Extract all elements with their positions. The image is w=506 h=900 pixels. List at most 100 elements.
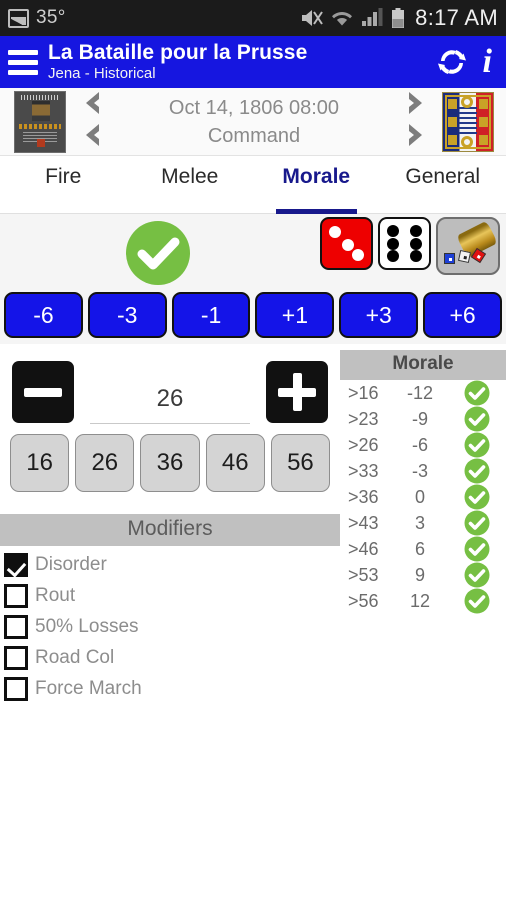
date-text: Oct 14, 1806 08:00 xyxy=(168,96,340,119)
green-check-circle-icon xyxy=(125,220,191,291)
modifier-row-50-losses[interactable]: 50% Losses xyxy=(0,611,340,642)
tab-bar: Fire Melee Morale General xyxy=(0,156,506,214)
game-cover-thumbnail[interactable] xyxy=(14,90,66,153)
adjust-minus-3-button[interactable]: -3 xyxy=(87,292,167,338)
table-row: >46 6 xyxy=(340,536,506,562)
quick-value-16-button[interactable]: 16 xyxy=(10,434,70,492)
signal-icon xyxy=(360,8,384,28)
morale-threshold: >23 xyxy=(348,408,379,429)
status-bar-left: 35° xyxy=(8,7,66,29)
adjust-minus-1-button[interactable]: -1 xyxy=(171,292,251,338)
adjust-plus-3-button[interactable]: +3 xyxy=(339,292,419,338)
white-die[interactable] xyxy=(378,217,431,270)
quick-value-46-button[interactable]: 46 xyxy=(205,434,265,492)
morale-modifier: 0 xyxy=(414,486,425,507)
green-check-icon xyxy=(448,458,506,484)
quick-value-26-button[interactable]: 26 xyxy=(75,434,135,492)
phase-text: Command xyxy=(207,124,301,147)
modifier-row-road-col[interactable]: Road Col xyxy=(0,642,340,673)
morale-modifier: 9 xyxy=(414,564,425,585)
plus-icon[interactable] xyxy=(266,361,328,423)
dice-display xyxy=(320,217,500,275)
tab-fire-label: Fire xyxy=(45,165,82,188)
next-phase-button[interactable] xyxy=(401,122,431,153)
date-phase-nav: Oct 14, 1806 08:00 Command xyxy=(0,88,506,156)
app-subtitle: Jena - Historical xyxy=(48,65,156,83)
morale-modifier: 6 xyxy=(414,538,425,559)
app-title: La Bataille pour la Prusse xyxy=(48,41,308,65)
app-bar: La Bataille pour la Prusse Jena - Histor… xyxy=(0,36,506,88)
battery-icon xyxy=(391,7,405,29)
table-row: >43 3 xyxy=(340,510,506,536)
modifiers-title: Modifiers xyxy=(0,514,340,546)
value-stepper: 26 xyxy=(0,350,340,426)
modifiers-panel: Modifiers Disorder Rout 50% Losses Road … xyxy=(0,514,340,704)
app-root: 35° 8:17 AM La Bataille pour la Prusse J… xyxy=(0,0,506,900)
tab-melee[interactable]: Melee xyxy=(127,156,254,214)
minus-icon[interactable] xyxy=(12,361,74,423)
adjust-minus-6-button[interactable]: -6 xyxy=(4,292,83,338)
prev-phase-button[interactable] xyxy=(77,122,107,153)
modifier-label-road-col: Road Col xyxy=(35,646,115,668)
checkbox-road-col[interactable] xyxy=(4,645,28,670)
morale-modifier: 12 xyxy=(409,590,431,611)
next-date-button[interactable] xyxy=(401,90,431,121)
table-row: >33 -3 xyxy=(340,458,506,484)
green-check-icon xyxy=(448,406,506,432)
checkbox-50-losses[interactable] xyxy=(4,614,28,639)
table-row: >26 -6 xyxy=(340,432,506,458)
morale-threshold: >36 xyxy=(348,486,379,507)
info-icon[interactable]: i xyxy=(483,45,492,79)
adjust-buttons-row: -6 -3 -1 +1 +3 +6 xyxy=(0,292,506,344)
green-check-icon xyxy=(448,536,506,562)
status-bar: 35° 8:17 AM xyxy=(0,0,506,36)
dice-cup-icon[interactable] xyxy=(436,217,500,275)
checkbox-rout[interactable] xyxy=(4,583,28,608)
table-row: >56 12 xyxy=(340,588,506,614)
morale-threshold: >56 xyxy=(348,590,379,611)
clock-text: 8:17 AM xyxy=(415,5,498,30)
tab-morale[interactable]: Morale xyxy=(253,156,380,214)
french-eagle-flag[interactable] xyxy=(442,91,494,152)
prev-date-button[interactable] xyxy=(77,90,107,121)
morale-table-body: >16 -12 >23 -9 >26 -6 >33 -3 >36 0 >43 3… xyxy=(340,380,506,614)
morale-threshold: >33 xyxy=(348,460,379,481)
mute-icon xyxy=(300,8,324,28)
modifier-row-rout[interactable]: Rout xyxy=(0,580,340,611)
morale-threshold: >46 xyxy=(348,538,379,559)
modifier-row-force-march[interactable]: Force March xyxy=(0,673,340,704)
modifier-label-disorder: Disorder xyxy=(35,553,107,575)
value-underline xyxy=(90,423,250,424)
tab-general-label: General xyxy=(405,165,481,188)
checkbox-disorder[interactable] xyxy=(4,552,28,577)
value-text: 26 xyxy=(156,385,184,412)
adjust-plus-6-button[interactable]: +6 xyxy=(423,292,502,338)
quick-value-56-button[interactable]: 56 xyxy=(270,434,331,492)
modifier-label-50-losses: 50% Losses xyxy=(35,615,139,637)
tab-fire[interactable]: Fire xyxy=(0,156,127,214)
status-bar-right: 8:17 AM xyxy=(300,5,498,31)
value-field[interactable]: 26 xyxy=(90,385,250,426)
table-row: >16 -12 xyxy=(340,380,506,406)
quick-value-row: 16 26 36 46 56 xyxy=(0,426,340,492)
tab-general[interactable]: General xyxy=(380,156,506,214)
quick-value-36-button[interactable]: 36 xyxy=(140,434,200,492)
modifier-label-rout: Rout xyxy=(35,584,76,606)
refresh-icon[interactable] xyxy=(435,45,469,79)
morale-modifier: -6 xyxy=(411,434,428,455)
morale-modifier: -3 xyxy=(411,460,428,481)
green-check-icon xyxy=(448,380,506,406)
left-column: 26 16 26 36 46 56 Modifiers Disorder Rou… xyxy=(0,350,340,704)
green-check-icon xyxy=(448,588,506,614)
hamburger-menu-icon[interactable] xyxy=(8,49,38,75)
morale-table-panel: Morale >16 -12 >23 -9 >26 -6 >33 -3 >36 … xyxy=(340,350,506,614)
table-row: >23 -9 xyxy=(340,406,506,432)
adjust-plus-1-button[interactable]: +1 xyxy=(255,292,335,338)
morale-threshold: >16 xyxy=(348,382,379,403)
modifier-row-disorder[interactable]: Disorder xyxy=(0,549,340,580)
date-phase-display: Oct 14, 1806 08:00 Command xyxy=(118,94,390,150)
morale-threshold: >43 xyxy=(348,512,379,533)
morale-threshold: >53 xyxy=(348,564,379,585)
red-die[interactable] xyxy=(320,217,373,270)
checkbox-force-march[interactable] xyxy=(4,676,28,701)
